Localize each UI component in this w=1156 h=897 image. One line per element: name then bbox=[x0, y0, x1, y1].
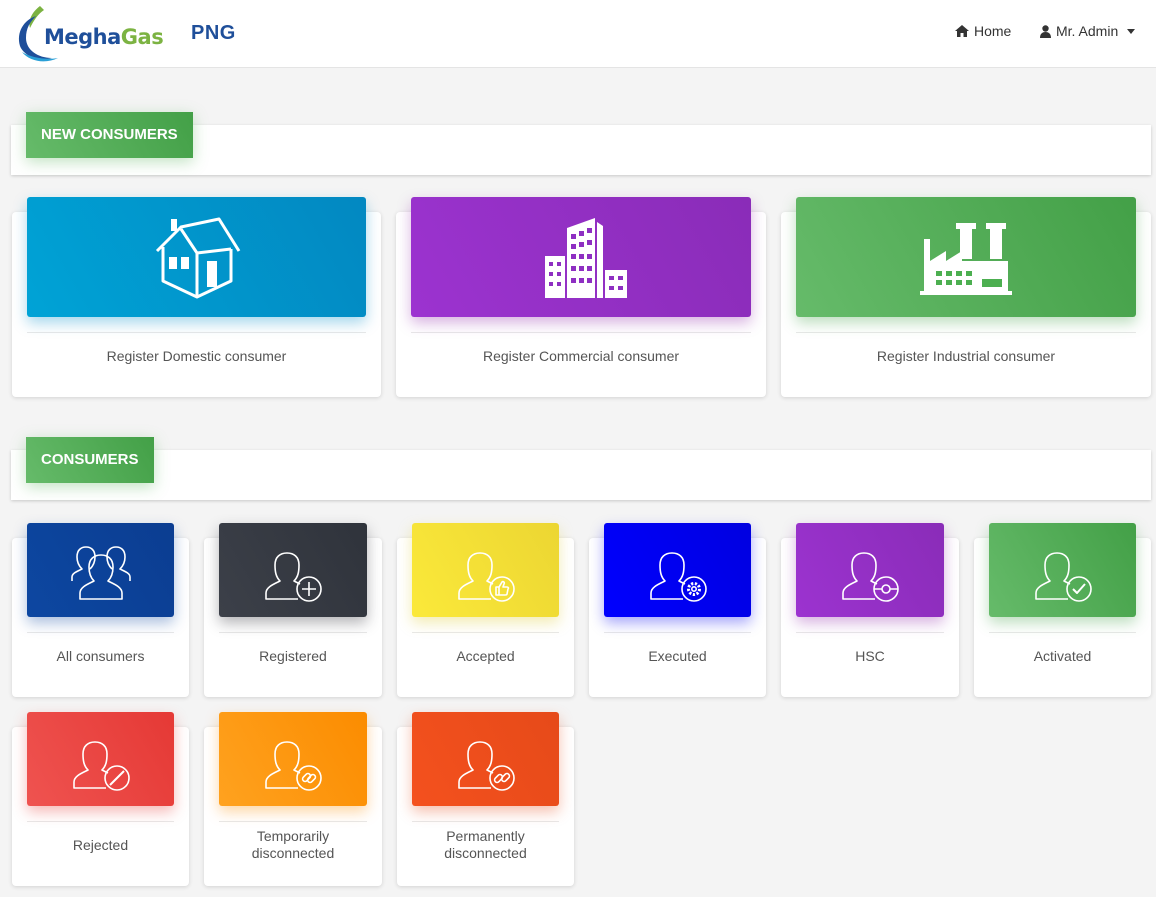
register-commercial-header[interactable] bbox=[411, 197, 751, 317]
user-check-icon bbox=[1034, 552, 1092, 602]
logo-text: MeghaGas bbox=[44, 25, 164, 49]
all-consumers-header[interactable] bbox=[27, 523, 174, 617]
user-meter-icon bbox=[842, 552, 899, 602]
accepted-header[interactable] bbox=[412, 523, 559, 617]
meghagas-logo[interactable]: MeghaGas bbox=[10, 2, 164, 64]
house-icon bbox=[155, 217, 240, 299]
card-label: Permanently disconnected bbox=[444, 828, 527, 861]
brand-title: PNG bbox=[191, 22, 236, 44]
user-thumbs-up-icon bbox=[457, 552, 515, 602]
register-domestic-header[interactable] bbox=[27, 197, 366, 317]
card-label: Temporarily disconnected bbox=[251, 828, 335, 861]
card-label: Register Industrial consumer bbox=[876, 348, 1056, 364]
card-label: Register Domestic consumer bbox=[106, 348, 287, 364]
user-broken-link-icon bbox=[457, 741, 515, 791]
consumers-heading: CONSUMERS bbox=[26, 437, 154, 483]
top-navbar: MeghaGas PNG Home Mr. Admin bbox=[0, 0, 1156, 68]
factory-icon bbox=[920, 223, 1012, 295]
card-label: HSC bbox=[855, 648, 885, 664]
building-icon bbox=[545, 218, 627, 298]
activated-header[interactable] bbox=[989, 523, 1136, 617]
user-add-icon bbox=[265, 552, 322, 602]
register-industrial-header[interactable] bbox=[796, 197, 1136, 317]
caret-down-icon bbox=[1127, 28, 1136, 34]
user-block-icon bbox=[72, 741, 130, 791]
new-consumers-heading: NEW CONSUMERS bbox=[26, 112, 193, 158]
home-link-label: Home bbox=[974, 23, 1012, 39]
card-label: Executed bbox=[648, 648, 707, 664]
rejected-header[interactable] bbox=[27, 712, 174, 806]
registered-header[interactable] bbox=[219, 523, 367, 617]
home-link[interactable]: Home bbox=[955, 23, 1011, 39]
hsc-header[interactable] bbox=[796, 523, 944, 617]
card-label: Accepted bbox=[456, 648, 515, 664]
home-icon bbox=[955, 25, 969, 37]
user-gear-icon bbox=[649, 552, 707, 602]
card-label: Register Commercial consumer bbox=[482, 348, 680, 364]
permanently-disconnected-header[interactable] bbox=[412, 712, 559, 806]
card-label: Rejected bbox=[72, 837, 129, 853]
user-link-icon bbox=[265, 741, 322, 791]
admin-dropdown[interactable]: Mr. Admin bbox=[1040, 23, 1136, 39]
users-group-icon bbox=[70, 546, 131, 600]
user-icon bbox=[1040, 24, 1051, 38]
card-label: Activated bbox=[1033, 648, 1092, 664]
consumers-section-bar bbox=[11, 450, 1151, 500]
admin-label: Mr. Admin bbox=[1056, 23, 1119, 39]
card-label: All consumers bbox=[56, 648, 145, 664]
temporarily-disconnected-header[interactable] bbox=[219, 712, 367, 806]
card-label: Registered bbox=[259, 648, 327, 664]
executed-header[interactable] bbox=[604, 523, 751, 617]
